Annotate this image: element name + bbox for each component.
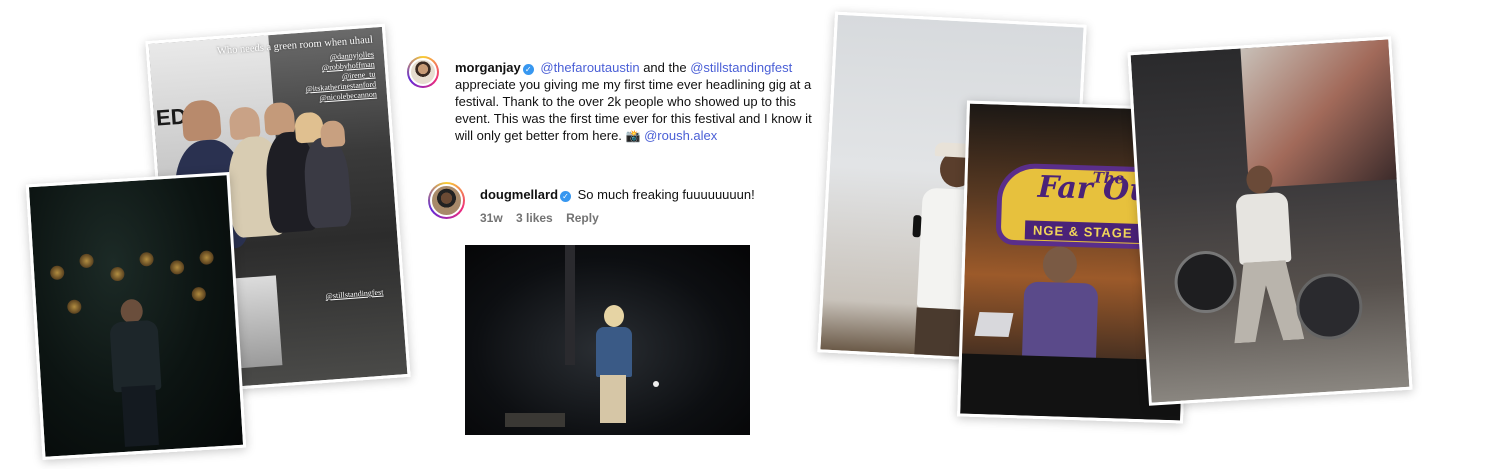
comedian-body [109,319,162,393]
comment-reply: dougmellard ✓ So much freaking fuuuuuuuun… [480,186,820,203]
performer-legs [1230,259,1305,343]
comment-timestamp[interactable]: 31w [480,211,503,225]
avatar[interactable] [428,182,465,219]
comment-main: morganjay ✓ @thefaroutaustin and the @sti… [455,59,825,145]
person-5 [319,119,346,148]
performer-body [1235,191,1292,265]
comedian-stage-photo [25,172,247,460]
comedian-legs [121,384,159,447]
festival-stage-photo [1127,36,1413,406]
dj-body [1021,281,1099,364]
avatar[interactable] [407,56,439,88]
drum-kit [1172,249,1239,315]
bass-drum [1294,271,1365,342]
dj-head [1042,246,1078,284]
story-bottom-tag[interactable]: @stillstandingfest [325,288,384,302]
stage-light-dot [653,381,659,387]
mention-link[interactable]: @thefaroutaustin [540,60,639,75]
verified-badge-icon: ✓ [522,64,534,75]
laptop-icon [974,312,1014,337]
sign-subtitle: NGE & STAGE [1024,220,1141,244]
comment-username[interactable]: dougmellard [480,187,558,202]
likes-count[interactable]: 3 likes [516,211,553,225]
story-tags: @dannyjolles @robbyhoffman @irene_tu @it… [254,50,377,109]
microphone-icon [912,215,922,238]
comment-text: and the [639,60,691,75]
person-1 [180,99,222,142]
mention-link[interactable]: @roush.alex [644,128,717,143]
stage-table [505,413,565,427]
comment-username[interactable]: morganjay [455,60,521,75]
stage-pillar [565,245,575,365]
person-4-body [301,135,353,229]
comment-text: So much freaking fuuuuuuuun! [577,187,755,202]
mention-link[interactable]: @stillstandingfest [690,60,792,75]
reply-button[interactable]: Reply [566,211,599,225]
performer [590,305,638,425]
person-2 [228,106,261,141]
verified-badge-icon: ✓ [560,191,572,202]
stage-performance-photo [465,245,750,435]
comment-meta: 31w 3 likes Reply [480,211,609,225]
camera-emoji-icon: 📸 [625,129,641,143]
